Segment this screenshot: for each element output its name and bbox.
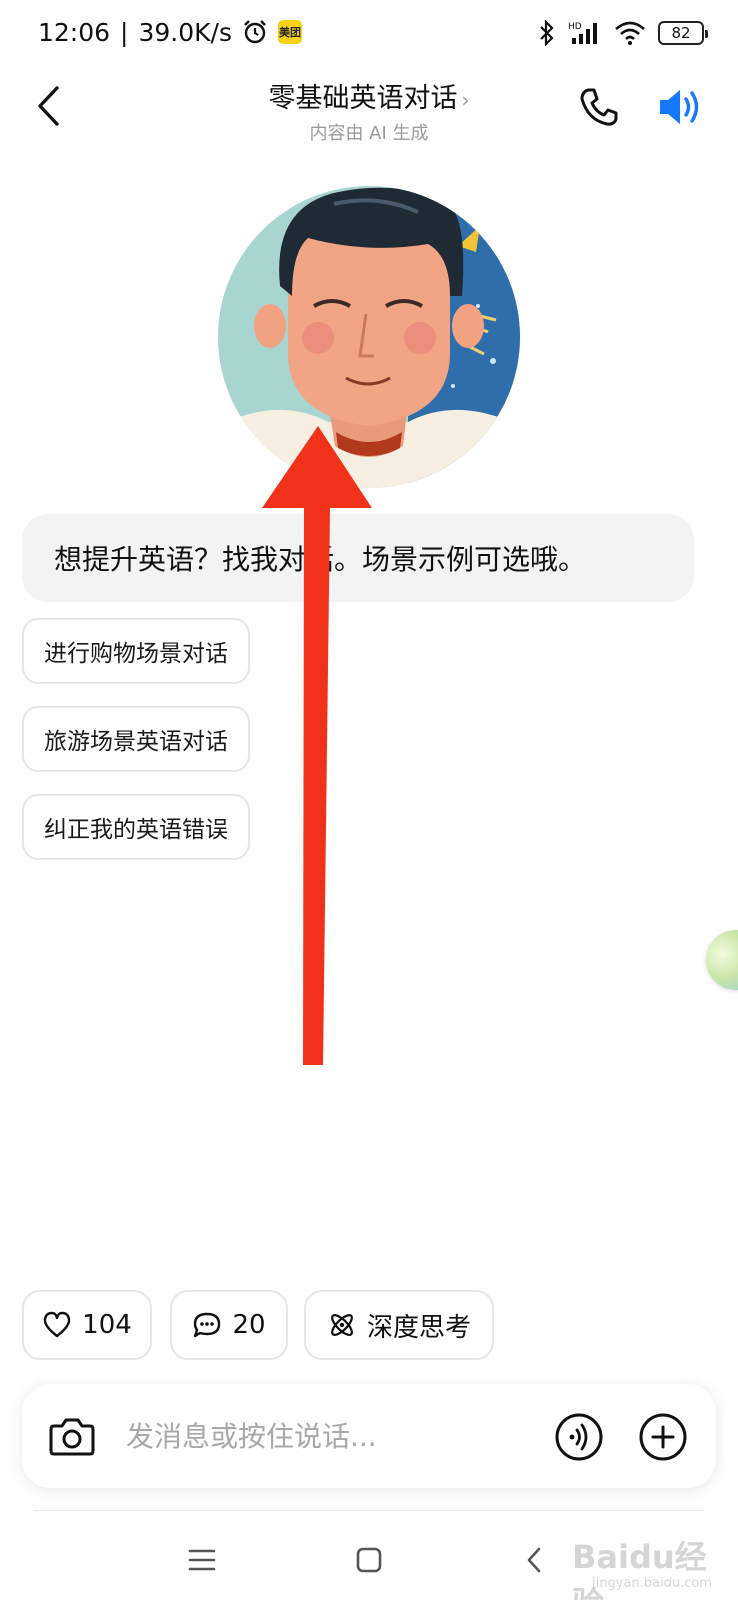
wifi-icon xyxy=(615,21,645,45)
message-input[interactable] xyxy=(126,1412,546,1460)
suggestion-travel[interactable]: 旅游场景英语对话 xyxy=(22,706,250,772)
bottom-divider xyxy=(34,1510,704,1511)
status-net-speed: 39.0K/s xyxy=(138,17,232,47)
message-input-bar xyxy=(22,1384,716,1488)
comment-button[interactable]: 20 xyxy=(170,1290,288,1360)
nav-home-button[interactable] xyxy=(347,1538,391,1582)
plus-icon xyxy=(639,1413,687,1461)
baidu-watermark: Baidu经验 jingyan.baidu.com xyxy=(552,1530,732,1600)
chat-title-area[interactable]: 零基础英语对话 › 内容由 AI 生成 xyxy=(169,76,569,145)
menu-icon xyxy=(188,1549,216,1571)
comment-icon xyxy=(194,1312,221,1338)
speaker-icon xyxy=(660,90,699,124)
voice-wave-icon xyxy=(555,1413,603,1461)
speaker-button[interactable] xyxy=(656,84,706,130)
heart-icon xyxy=(43,1311,71,1338)
camera-icon xyxy=(49,1418,95,1456)
home-square-icon xyxy=(356,1547,382,1573)
avatar-illustration xyxy=(218,186,520,488)
floating-assistant-ball[interactable] xyxy=(706,930,738,990)
deep-think-label: 深度思考 xyxy=(366,1312,471,1343)
bluetooth-icon xyxy=(540,20,554,46)
status-bar: 12:06 | 39.0K/s 美团 HD 82 xyxy=(0,0,738,64)
atom-icon xyxy=(331,1314,353,1336)
signal-icon: HD xyxy=(568,22,597,44)
chat-header: 零基础英语对话 › 内容由 AI 生成 xyxy=(0,70,738,146)
suggestion-shopping[interactable]: 进行购物场景对话 xyxy=(22,618,250,684)
comment-count: 20 xyxy=(232,1310,266,1340)
status-left: 12:06 | 39.0K/s 美团 xyxy=(38,14,302,50)
greeting-text: 想提升英语？找我对话。场景示例可选哦。 xyxy=(54,543,587,576)
suggestion-correct-errors[interactable]: 纠正我的英语错误 xyxy=(22,794,250,860)
nav-back-icon xyxy=(527,1547,541,1573)
back-button[interactable] xyxy=(28,82,68,130)
chevron-left-icon xyxy=(38,86,59,126)
phone-icon xyxy=(580,88,618,126)
watermark-sub: jingyan.baidu.com xyxy=(592,1576,712,1591)
nav-menu-button[interactable] xyxy=(180,1538,224,1582)
battery-icon: 82 xyxy=(658,21,708,45)
status-right: HD 82 xyxy=(538,16,708,50)
phone-call-button[interactable] xyxy=(576,84,622,130)
status-time: 12:06 xyxy=(38,17,111,47)
deep-think-button[interactable]: 深度思考 xyxy=(304,1290,494,1360)
status-separator: | xyxy=(120,17,129,47)
battery-level: 82 xyxy=(671,24,691,42)
like-count: 104 xyxy=(82,1310,132,1340)
meituan-app-icon: 美团 xyxy=(278,20,302,44)
add-button[interactable] xyxy=(638,1412,688,1462)
like-button[interactable]: 104 xyxy=(22,1290,152,1360)
chat-title[interactable]: 零基础英语对话 xyxy=(269,83,458,114)
suggestion-label: 进行购物场景对话 xyxy=(44,641,228,667)
alarm-icon xyxy=(244,20,266,44)
camera-button[interactable] xyxy=(48,1414,96,1458)
suggestion-label: 旅游场景英语对话 xyxy=(44,729,228,755)
greeting-message: 想提升英语？找我对话。场景示例可选哦。 xyxy=(22,514,694,602)
svg-text:HD: HD xyxy=(568,22,582,32)
voice-button[interactable] xyxy=(554,1412,604,1462)
nav-back-button[interactable] xyxy=(512,1538,556,1582)
bot-avatar xyxy=(218,186,520,488)
ai-generated-note: 内容由 AI 生成 xyxy=(309,123,429,144)
chevron-right-icon: › xyxy=(461,88,470,112)
suggestion-label: 纠正我的英语错误 xyxy=(44,817,228,843)
